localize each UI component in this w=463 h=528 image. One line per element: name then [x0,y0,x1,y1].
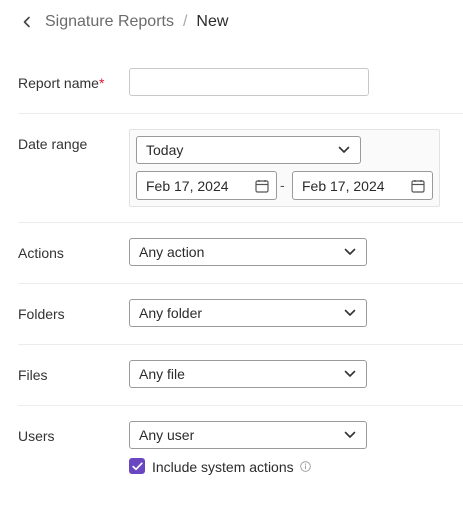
date-range-label: Date range [18,136,88,152]
breadcrumb-parent-link[interactable]: Signature Reports [45,13,174,31]
info-icon[interactable] [299,461,311,472]
actions-label: Actions [18,245,64,261]
start-date-field[interactable]: Feb 17, 2024 [136,171,277,200]
chevron-down-icon [338,146,350,153]
calendar-icon[interactable] [411,179,425,193]
actions-value: Any action [139,244,205,260]
divider [18,344,463,345]
chevron-down-icon [344,309,356,316]
required-marker: * [98,75,105,91]
calendar-icon[interactable] [255,179,269,193]
start-date-value: Feb 17, 2024 [146,177,229,194]
actions-select[interactable]: Any action [129,238,367,266]
checkmark-icon [131,461,143,470]
report-name-input[interactable] [129,68,369,96]
divider [18,405,463,406]
users-value: Any user [139,427,195,443]
chevron-down-icon [344,248,356,255]
folders-value: Any folder [139,305,203,321]
report-name-label-text: Report name [18,75,99,91]
date-range-separator: - [280,177,285,193]
include-system-actions-text: Include system actions [152,458,294,475]
files-value: Any file [139,366,185,382]
files-select[interactable]: Any file [129,360,367,388]
date-range-group: Today Feb 17, 2024 - Feb 17, 2024 [129,129,440,207]
date-preset-value: Today [146,142,184,158]
breadcrumb: Signature Reports / New [22,11,228,33]
breadcrumb-separator: / [182,13,188,30]
end-date-value: Feb 17, 2024 [302,177,385,194]
users-select[interactable]: Any user [129,421,367,449]
divider [18,222,463,223]
page-title: New [196,13,229,30]
back-button[interactable] [22,11,38,33]
files-label: Files [18,367,48,383]
include-system-actions-label[interactable]: Include system actions [152,458,311,475]
chevron-down-icon [344,431,356,438]
include-system-actions-checkbox[interactable] [129,458,145,474]
chevron-down-icon [344,370,356,377]
folders-select[interactable]: Any folder [129,299,367,327]
report-name-label: Report name* [18,75,104,91]
divider [18,113,463,114]
end-date-field[interactable]: Feb 17, 2024 [292,171,433,200]
users-label: Users [18,428,55,444]
chevron-left-icon [23,16,30,28]
folders-label: Folders [18,306,65,322]
divider [18,283,463,284]
date-preset-select[interactable]: Today [136,136,361,164]
